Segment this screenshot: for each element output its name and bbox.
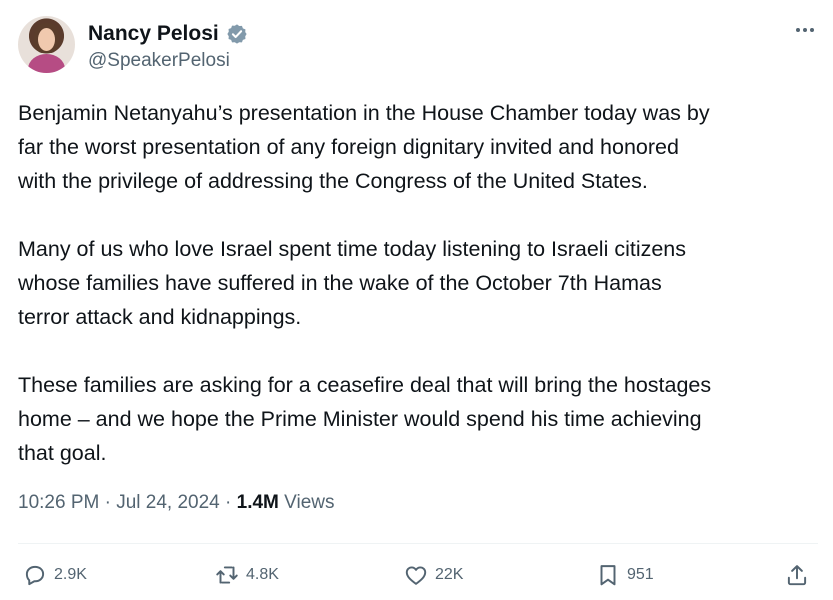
share-icon — [787, 565, 807, 586]
verified-badge-icon — [227, 24, 247, 44]
tweet-actions: 2.9K 4.8K 22K 951 — [22, 557, 818, 593]
bookmark-button[interactable]: 951 — [595, 557, 654, 593]
tweet-text: Benjamin Netanyahu’s presentation in the… — [18, 96, 818, 504]
tweet-paragraph: Many of us who love Israel spent time to… — [18, 237, 687, 329]
tweet-date[interactable]: Jul 24, 2024 — [116, 492, 220, 513]
share-button[interactable] — [784, 557, 810, 593]
tweet-time[interactable]: 10:26 PM — [18, 492, 99, 513]
repost-button[interactable]: 4.8K — [214, 557, 279, 593]
author-name-row: Nancy Pelosi — [88, 22, 248, 46]
avatar-shoulders — [28, 54, 65, 73]
avatar-face — [38, 28, 55, 51]
bookmark-count: 951 — [627, 566, 654, 583]
reply-count: 2.9K — [54, 566, 87, 583]
more-dot — [803, 28, 807, 32]
author-handle[interactable]: @SpeakerPelosi — [88, 50, 230, 72]
tweet-meta: 10:26 PM · Jul 24, 2024 · 1.4M Views — [18, 490, 335, 516]
tweet-card: Nancy Pelosi @SpeakerPelosi Benjamin Net… — [0, 0, 833, 600]
meta-separator: · — [225, 492, 237, 513]
repost-count: 4.8K — [246, 566, 279, 583]
avatar[interactable] — [18, 16, 75, 73]
views-label: Views — [284, 492, 335, 513]
author-display-name[interactable]: Nancy Pelosi — [88, 22, 219, 46]
reply-button[interactable]: 2.9K — [22, 557, 87, 593]
tweet-paragraph: Benjamin Netanyahu’s presentation in the… — [18, 101, 710, 193]
tweet-paragraph: These families are asking for a ceasefir… — [18, 373, 712, 465]
actions-divider — [18, 543, 818, 544]
more-horizontal-icon[interactable] — [792, 20, 818, 40]
tweet-header: Nancy Pelosi @SpeakerPelosi — [18, 16, 818, 76]
repost-icon — [216, 566, 238, 584]
bookmark-icon — [600, 565, 616, 586]
like-button[interactable]: 22K — [403, 557, 463, 593]
reply-icon — [25, 565, 45, 586]
heart-icon — [405, 566, 427, 585]
more-dot — [796, 28, 800, 32]
meta-separator: · — [104, 492, 117, 513]
like-count: 22K — [435, 566, 464, 583]
more-dot — [810, 28, 814, 32]
views-count: 1.4M — [236, 492, 279, 513]
